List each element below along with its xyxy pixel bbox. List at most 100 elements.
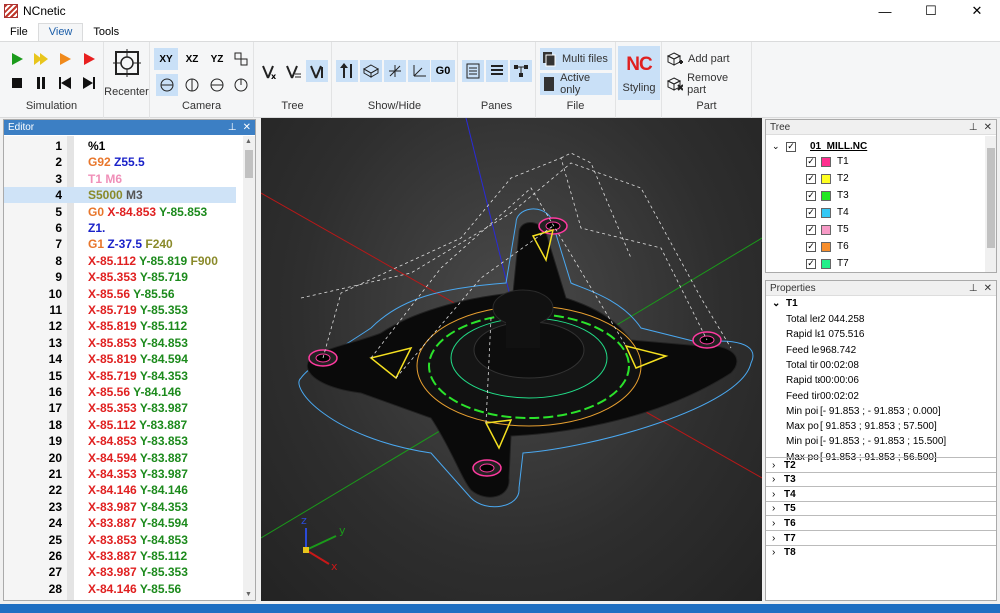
close-icon[interactable]: ✕ <box>243 122 251 133</box>
play-fast-icon[interactable] <box>30 48 52 70</box>
tree-item-t2[interactable]: ✓ T2 <box>806 170 849 187</box>
code-line[interactable]: 2 G92 Z55.5 <box>4 154 236 170</box>
pause-icon[interactable] <box>30 72 52 94</box>
close-icon[interactable]: ✕ <box>984 122 992 133</box>
show-vertical-icon[interactable] <box>336 60 358 82</box>
camera-xy-button[interactable]: XY <box>154 48 178 70</box>
code-line[interactable]: 25 X-83.853 Y-84.853 <box>4 532 236 548</box>
tool-checkbox[interactable]: ✓ <box>806 156 816 167</box>
code-line[interactable]: 10 X-85.56 Y-85.56 <box>4 286 236 302</box>
code-line[interactable]: 17 X-85.353 Y-83.987 <box>4 400 236 416</box>
menu-tools[interactable]: Tools <box>83 24 129 41</box>
code-line[interactable]: 3 T1 M6 <box>4 171 236 187</box>
prop-group-t6[interactable]: › T6 <box>766 515 996 530</box>
pane-properties-icon[interactable] <box>486 60 508 82</box>
minimize-button[interactable]: — <box>862 0 908 22</box>
show-stock-icon[interactable] <box>360 60 382 82</box>
code-line[interactable]: 28 X-84.146 Y-85.56 <box>4 581 236 597</box>
stop-icon[interactable] <box>6 72 28 94</box>
play-icon[interactable] <box>6 48 28 70</box>
camera-yz-button[interactable]: YZ <box>205 48 229 70</box>
3d-viewport[interactable]: z y x <box>261 118 762 601</box>
camera-side-icon[interactable] <box>206 74 228 96</box>
code-line[interactable]: 20 X-84.594 Y-83.887 <box>4 450 236 466</box>
show-grid-icon[interactable] <box>384 60 406 82</box>
pin-icon[interactable]: ⊥ <box>969 122 978 133</box>
remove-part-button[interactable]: Remove part <box>666 72 751 96</box>
styling-button[interactable]: NC Styling <box>618 46 660 100</box>
pane-editor-icon[interactable] <box>462 60 484 82</box>
code-line[interactable]: 14 X-85.819 Y-84.594 <box>4 351 236 367</box>
camera-front-icon[interactable] <box>181 74 203 96</box>
show-axes-icon[interactable] <box>408 60 430 82</box>
editor-scrollbar[interactable]: ▲ ▼ <box>243 136 255 600</box>
camera-rotate-icon[interactable] <box>230 74 252 96</box>
code-line[interactable]: 5 G0 X-84.853 Y-85.853 <box>4 204 236 220</box>
recenter-button[interactable] <box>108 48 146 78</box>
chevron-right-icon[interactable]: › <box>766 533 784 544</box>
prop-group-t8[interactable]: › T8 <box>766 544 996 560</box>
tool-checkbox[interactable]: ✓ <box>806 190 816 201</box>
code-line[interactable]: 21 X-84.353 Y-83.987 <box>4 466 236 482</box>
prop-group-t5[interactable]: › T5 <box>766 500 996 516</box>
tree-scrollbar[interactable] <box>985 136 996 272</box>
code-line[interactable]: 26 X-83.887 Y-85.112 <box>4 548 236 564</box>
play-faster-icon[interactable] <box>54 48 76 70</box>
prop-group-t4[interactable]: › T4 <box>766 486 996 501</box>
chevron-right-icon[interactable]: › <box>766 474 784 485</box>
tree-item-t1[interactable]: ✓ T1 <box>806 153 849 170</box>
code-line[interactable]: 16 X-85.56 Y-84.146 <box>4 384 236 400</box>
pane-tree-icon[interactable] <box>510 60 532 82</box>
code-line[interactable]: 27 X-83.987 Y-85.353 <box>4 564 236 580</box>
chevron-right-icon[interactable]: › <box>766 518 784 529</box>
chevron-right-icon[interactable]: › <box>766 460 784 471</box>
play-fastest-icon[interactable] <box>78 48 100 70</box>
code-line[interactable]: 9 X-85.353 Y-85.719 <box>4 269 236 285</box>
code-line[interactable]: 19 X-84.853 Y-83.853 <box>4 433 236 449</box>
multi-files-button[interactable]: Multi files <box>540 48 612 70</box>
camera-top-icon[interactable] <box>156 74 178 96</box>
prop-group-t2[interactable]: › T2 <box>766 457 996 472</box>
chevron-down-icon[interactable]: ⌄ <box>772 298 786 309</box>
code-line[interactable]: 6 Z1. <box>4 220 236 236</box>
code-line[interactable]: 24 X-83.887 Y-84.594 <box>4 515 236 531</box>
prop-group-t1[interactable]: ⌄ T1 <box>772 298 798 309</box>
active-only-button[interactable]: Active only <box>540 72 612 96</box>
code-line[interactable]: 8 X-85.112 Y-85.819 F900 <box>4 253 236 269</box>
menu-view[interactable]: View <box>37 23 84 41</box>
code-line[interactable]: 12 X-85.819 Y-85.112 <box>4 318 236 334</box>
tree-list-icon[interactable] <box>282 60 304 82</box>
tool-checkbox[interactable]: ✓ <box>806 224 816 235</box>
pin-icon[interactable]: ⊥ <box>969 283 978 294</box>
code-line[interactable]: 11 X-85.719 Y-85.353 <box>4 302 236 318</box>
scroll-up-icon[interactable]: ▲ <box>245 138 252 145</box>
close-button[interactable]: ✕ <box>954 0 1000 22</box>
tool-checkbox[interactable]: ✓ <box>806 241 816 252</box>
tree-item-t6[interactable]: ✓ T6 <box>806 238 849 255</box>
camera-xz-button[interactable]: XZ <box>180 48 204 70</box>
scroll-down-icon[interactable]: ▼ <box>245 591 252 598</box>
chevron-down-icon[interactable]: ⌄ <box>772 141 784 152</box>
pin-icon[interactable]: ⊥ <box>228 122 237 133</box>
code-line[interactable]: 15 X-85.719 Y-84.353 <box>4 368 236 384</box>
code-line[interactable]: 22 X-84.146 Y-84.146 <box>4 482 236 498</box>
scrollbar-thumb[interactable] <box>245 150 253 178</box>
tree-item-t4[interactable]: ✓ T4 <box>806 204 849 221</box>
skip-forward-icon[interactable] <box>78 72 100 94</box>
code-line[interactable]: 23 X-83.987 Y-84.353 <box>4 499 236 515</box>
code-line[interactable]: 1 %1 <box>4 138 236 154</box>
camera-iso-button[interactable] <box>230 48 252 70</box>
tree-collapse-icon[interactable]: x <box>258 60 280 82</box>
code-line[interactable]: 7 G1 Z-37.5 F240 <box>4 236 236 252</box>
menu-file[interactable]: File <box>0 24 38 41</box>
show-g0-button[interactable]: G0 <box>431 60 455 82</box>
code-line[interactable]: 18 X-85.112 Y-83.887 <box>4 417 236 433</box>
tool-checkbox[interactable]: ✓ <box>806 207 816 218</box>
prop-group-t3[interactable]: › T3 <box>766 471 996 487</box>
tool-checkbox[interactable]: ✓ <box>806 173 816 184</box>
code-line[interactable]: 13 X-85.853 Y-84.853 <box>4 335 236 351</box>
tool-checkbox[interactable]: ✓ <box>806 258 816 269</box>
tree-item-t3[interactable]: ✓ T3 <box>806 187 849 204</box>
tree-item-t5[interactable]: ✓ T5 <box>806 221 849 238</box>
code-line[interactable]: 4 S5000 M3 <box>4 187 236 204</box>
